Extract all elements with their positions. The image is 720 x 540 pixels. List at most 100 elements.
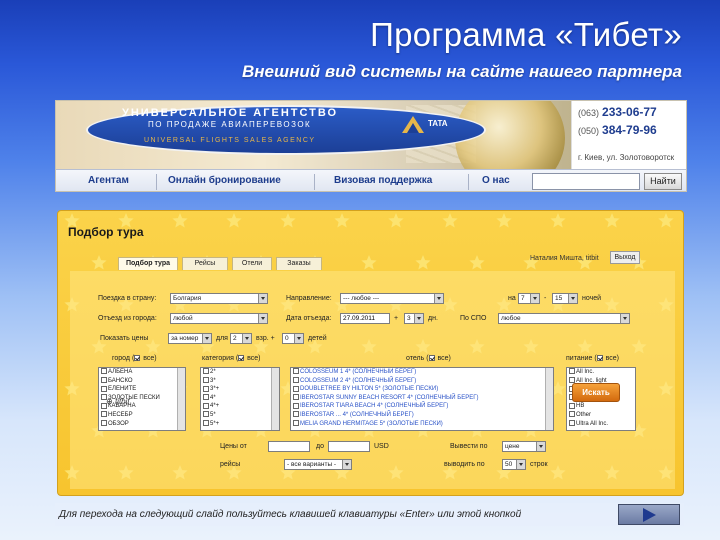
tour-search-panel: Подбор тура Наталия Мишта, titbit Выход … — [57, 210, 684, 496]
meal-option-checkbox[interactable] — [569, 368, 575, 375]
hotel-option[interactable]: IBEROSTAR ... 4* (СОЛНЕЧНЫЙ БЕРЕГ) — [291, 411, 553, 420]
city-list-scrollbar[interactable] — [177, 368, 185, 430]
direction-label: Направление: — [286, 295, 332, 302]
city-option-checkbox[interactable] — [101, 377, 107, 384]
plus-days-select[interactable]: 3 — [404, 313, 424, 324]
category-option-checkbox[interactable] — [203, 385, 209, 392]
site-search-button[interactable]: Найти — [644, 173, 682, 190]
spo-select[interactable]: любое — [498, 313, 630, 324]
hotel-list[interactable]: COLOSSEUM 1 4* (СОЛНЕЧНЫЙ БЕРЕГ) COLOSSEU… — [290, 367, 554, 431]
category-option-checkbox[interactable] — [203, 411, 209, 418]
category-option-checkbox[interactable] — [203, 419, 209, 426]
logout-button[interactable]: Выход — [610, 251, 640, 264]
category-option-checkbox[interactable] — [203, 368, 209, 375]
departure-date-input[interactable]: 27.09.2011 — [340, 313, 390, 324]
hotel-header: отель ( все) — [406, 355, 451, 362]
tab-flights[interactable]: Рейсы — [182, 257, 228, 270]
category-option[interactable]: 5*+ — [201, 419, 279, 429]
nights-to-select[interactable]: 15 — [552, 293, 578, 304]
meal-option[interactable]: HB — [567, 402, 635, 411]
hotel-option-checkbox[interactable] — [293, 385, 299, 392]
hotel-option[interactable]: IBEROSTAR TIARA BEACH 4* (СОЛНЕЧНЫЙ БЕРЕ… — [291, 402, 553, 411]
footer-hint: Для перехода на следующий слайд пользуйт… — [59, 509, 522, 520]
hotel-option-checkbox[interactable] — [293, 377, 299, 384]
meal-option[interactable]: All Inc. — [567, 368, 635, 377]
category-option[interactable]: 4*+ — [201, 402, 279, 411]
meal-option-checkbox[interactable] — [569, 419, 575, 426]
city-all-checkbox[interactable] — [134, 355, 141, 362]
children-select[interactable]: 0 — [282, 333, 304, 344]
category-list[interactable]: 2* 3* 3*+ 4* 4*+ 5* 5*+ — [200, 367, 280, 431]
hotel-option-checkbox[interactable] — [293, 402, 299, 409]
next-slide-button[interactable] — [618, 504, 680, 525]
category-option[interactable]: 4* — [201, 394, 279, 403]
user-info: Наталия Мишта, titbit — [530, 255, 599, 262]
city-option-checkbox[interactable] — [101, 411, 107, 418]
category-list-scrollbar[interactable] — [271, 368, 279, 430]
hotel-all-checkbox[interactable] — [428, 355, 435, 362]
hotel-option[interactable]: IBEROSTAR SUNNY BEACH RESORT 4* (СОЛНЕЧН… — [291, 394, 553, 403]
category-option-checkbox[interactable] — [203, 377, 209, 384]
meal-option[interactable]: Ultra All Inc. — [567, 419, 635, 429]
price-per-select[interactable]: за номер — [168, 333, 212, 344]
category-all-checkbox[interactable] — [238, 355, 245, 362]
category-option-label: 4* — [210, 394, 216, 401]
city-option-label: АЛБЕНА — [108, 369, 133, 375]
slide-header: Программа «Тибет» Внешний вид системы на… — [0, 0, 720, 95]
star-decoration — [442, 213, 458, 228]
meal-option[interactable]: Other — [567, 411, 635, 420]
hotel-option[interactable]: MELIA GRAND HERMITAGE 5* (ЗОЛОТЫЕ ПЕСКИ) — [291, 419, 553, 429]
tab-tour-selection[interactable]: Подбор тура — [118, 257, 178, 270]
hotel-option-checkbox[interactable] — [293, 368, 299, 375]
city-option[interactable]: НЕСЕБР — [99, 411, 185, 420]
hotel-option-checkbox[interactable] — [293, 394, 299, 401]
meal-option-checkbox[interactable] — [569, 411, 575, 418]
city-option-checkbox[interactable] — [101, 368, 107, 375]
sort-select[interactable]: цене — [502, 441, 546, 452]
search-tours-button[interactable]: Искать — [572, 383, 620, 402]
price-from-input[interactable] — [268, 441, 310, 452]
price-to-input[interactable] — [328, 441, 370, 452]
nav-link-online-booking[interactable]: Онлайн бронирование — [168, 175, 281, 186]
city-option[interactable]: ОБЗОР — [99, 419, 185, 429]
sort-label: Вывести по — [450, 443, 488, 450]
hotel-option[interactable]: COLOSSEUM 2 4* (СОЛНЕЧНЫЙ БЕРЕГ) — [291, 377, 553, 386]
city-option-checkbox[interactable] — [101, 419, 107, 426]
rows-count-select[interactable]: 50 — [502, 459, 526, 470]
hotel-option[interactable]: DOUBLETREE BY HILTON 5* (ЗОЛОТЫЕ ПЕСКИ) — [291, 385, 553, 394]
adults-select[interactable]: 2 — [230, 333, 252, 344]
flights-select[interactable]: - все варианты - — [284, 459, 352, 470]
nav-link-agents[interactable]: Агентам — [88, 175, 129, 186]
city-option-label: БАНСКО — [108, 377, 133, 384]
category-option[interactable]: 2* — [201, 368, 279, 377]
nights-from-select[interactable]: 7 — [518, 293, 540, 304]
category-option[interactable]: 3*+ — [201, 385, 279, 394]
hotel-list-scrollbar[interactable] — [545, 368, 553, 430]
category-option-checkbox[interactable] — [203, 402, 209, 409]
country-select[interactable]: Болгария — [170, 293, 268, 304]
meal-all-checkbox[interactable] — [596, 355, 603, 362]
plus-label: + — [394, 315, 399, 322]
category-option[interactable]: 5* — [201, 411, 279, 420]
hotel-option[interactable]: COLOSSEUM 1 4* (СОЛНЕЧНЫЙ БЕРЕГ) — [291, 368, 553, 377]
nav-link-visa-support[interactable]: Визовая поддержка — [334, 175, 432, 186]
meal-option-label: HB — [576, 403, 585, 410]
city-option-label: НЕСЕБР — [108, 411, 133, 418]
meal-option-checkbox[interactable] — [569, 402, 575, 409]
tab-hotels[interactable]: Отели — [232, 257, 272, 270]
city-option[interactable]: БАНСКО — [99, 377, 185, 386]
tab-orders[interactable]: Заказы — [276, 257, 322, 270]
site-search-input[interactable] — [532, 173, 640, 190]
direction-select[interactable]: --- любое --- — [340, 293, 444, 304]
hotel-option-checkbox[interactable] — [293, 419, 299, 426]
category-option-checkbox[interactable] — [203, 394, 209, 401]
city-option-checkbox[interactable] — [101, 385, 107, 392]
departure-city-select[interactable]: любой — [170, 313, 268, 324]
hotel-option-checkbox[interactable] — [293, 411, 299, 418]
city-option[interactable]: ЕЛЕНИТЕ — [99, 385, 185, 394]
nav-link-about[interactable]: О нас — [482, 175, 510, 186]
star-decoration — [91, 255, 107, 270]
category-option[interactable]: 3* — [201, 377, 279, 386]
city-option[interactable]: АЛБЕНА — [99, 368, 185, 377]
category-option-label: 5* — [210, 411, 216, 418]
